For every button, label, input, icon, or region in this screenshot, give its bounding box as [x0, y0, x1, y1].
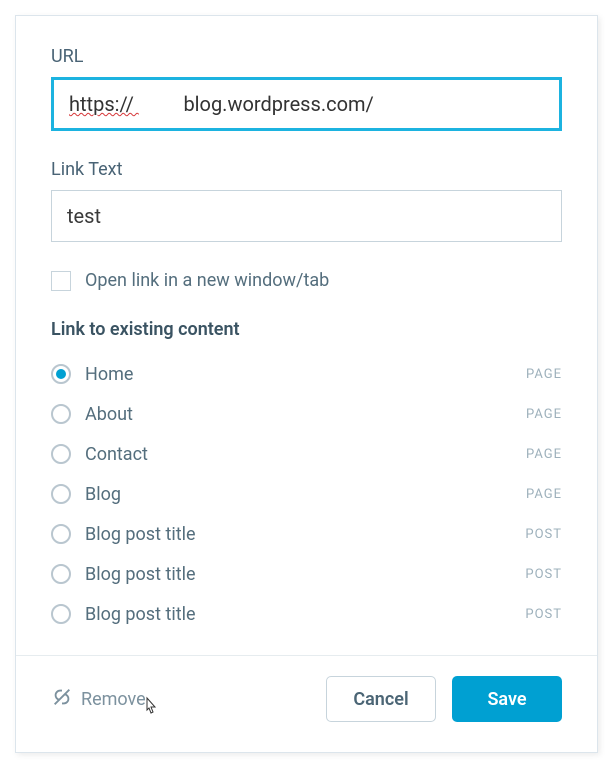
- content-item-type: PAGE: [526, 367, 562, 382]
- content-item-radio[interactable]: [51, 404, 71, 424]
- content-item-radio[interactable]: [51, 444, 71, 464]
- content-item-type: POST: [525, 527, 562, 542]
- content-item[interactable]: About PAGE: [51, 394, 562, 434]
- unlink-icon: [51, 686, 73, 713]
- linktext-label: Link Text: [51, 159, 562, 180]
- content-item-type: PAGE: [526, 487, 562, 502]
- content-item-title: About: [85, 404, 133, 425]
- url-input-domain: blog.wordpress.com/: [183, 92, 373, 116]
- content-item-title: Blog post title: [85, 564, 196, 585]
- linktext-input[interactable]: [51, 190, 562, 242]
- content-item-title: Blog post title: [85, 524, 196, 545]
- content-item[interactable]: Blog post title POST: [51, 514, 562, 554]
- content-item[interactable]: Contact PAGE: [51, 434, 562, 474]
- url-label: URL: [51, 46, 562, 67]
- content-item-radio[interactable]: [51, 524, 71, 544]
- content-item[interactable]: Blog post title POST: [51, 594, 562, 634]
- open-new-tab-checkbox[interactable]: [51, 271, 71, 291]
- dialog-footer: Remove Cancel Save: [16, 655, 597, 752]
- content-item-type: POST: [525, 567, 562, 582]
- remove-button[interactable]: Remove: [51, 686, 146, 713]
- content-item-type: PAGE: [526, 407, 562, 422]
- content-item-radio[interactable]: [51, 604, 71, 624]
- cursor-pointer-icon: [141, 696, 161, 725]
- existing-content-list: HomePAGEAboutPAGEContactPAGEBlogPAGEBlog…: [51, 354, 562, 634]
- content-item[interactable]: Home PAGE: [51, 354, 562, 394]
- open-new-tab-label: Open link in a new window/tab: [85, 270, 329, 291]
- url-input-prefix: https://: [69, 92, 139, 116]
- remove-label: Remove: [81, 689, 146, 710]
- url-input[interactable]: https:// blog.wordpress.com/: [51, 77, 562, 131]
- content-item-title: Blog post title: [85, 604, 196, 625]
- content-item-title: Blog: [85, 484, 121, 505]
- save-button[interactable]: Save: [452, 676, 562, 722]
- content-item-radio[interactable]: [51, 484, 71, 504]
- content-item-title: Contact: [85, 444, 148, 465]
- content-item-radio[interactable]: [51, 364, 71, 384]
- content-item-type: POST: [525, 607, 562, 622]
- content-item-radio[interactable]: [51, 564, 71, 584]
- link-dialog: URL https:// blog.wordpress.com/ Link Te…: [15, 15, 598, 753]
- existing-content-heading: Link to existing content: [51, 319, 562, 340]
- content-item-type: PAGE: [526, 447, 562, 462]
- content-item[interactable]: Blog PAGE: [51, 474, 562, 514]
- content-item[interactable]: Blog post title POST: [51, 554, 562, 594]
- content-item-title: Home: [85, 364, 133, 385]
- cancel-button[interactable]: Cancel: [326, 676, 436, 722]
